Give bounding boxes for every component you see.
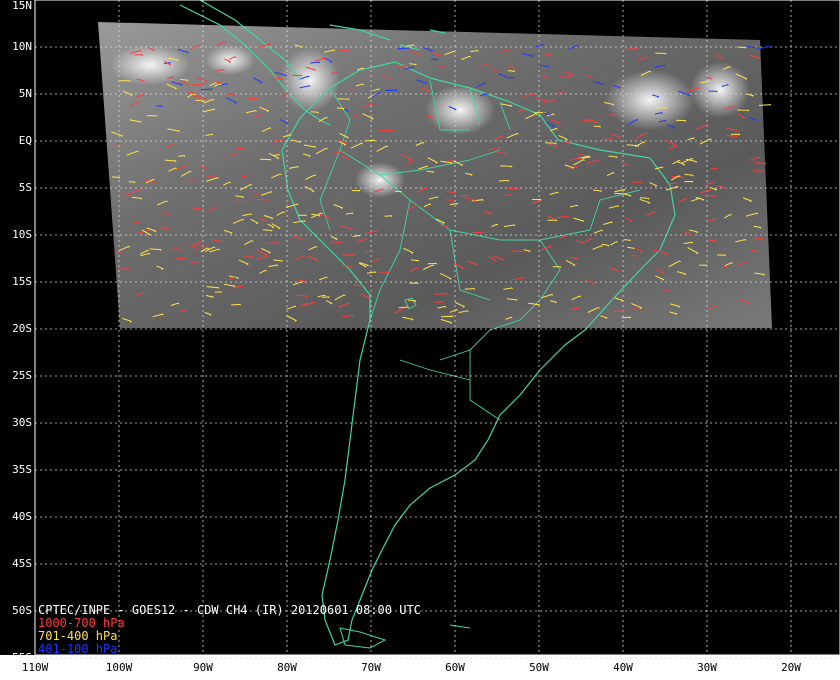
- lat-label: 15N: [12, 0, 32, 12]
- satellite-wind-map: 15N 10N 5N EQ 5S 10S 15S 20S 25S 30S 35S 40S 45S 50S 5…: [0, 0, 840, 680]
- legend-high-level: 401-100 hPa: [38, 642, 118, 656]
- lat-label: 50S: [12, 604, 32, 617]
- lat-label: 25S: [12, 369, 32, 382]
- lat-label: 35S: [12, 463, 32, 476]
- lat-label: 20S: [12, 322, 32, 335]
- lon-label: 50W: [529, 661, 549, 674]
- lon-label: 110W: [21, 661, 49, 674]
- lat-label: 10N: [12, 40, 32, 53]
- lon-label: 20W: [781, 661, 801, 674]
- lon-label: 70W: [361, 661, 381, 674]
- lat-label: 5S: [18, 181, 32, 194]
- lon-label: 40W: [613, 661, 633, 674]
- lon-label: 60W: [445, 661, 465, 674]
- lat-label: 45S: [12, 557, 32, 570]
- legend-low-level: 1000-700 hPa: [38, 616, 125, 630]
- lat-label: 15S: [12, 275, 32, 288]
- lat-label: 40S: [12, 510, 32, 523]
- legend-mid-level: 701-400 hPa: [38, 629, 118, 643]
- lat-label: 30S: [12, 416, 32, 429]
- lon-label: 100W: [105, 661, 133, 674]
- lat-label: EQ: [18, 134, 32, 147]
- lon-label: 80W: [277, 661, 297, 674]
- map-canvas: [0, 0, 840, 680]
- lat-label: 10S: [12, 228, 32, 241]
- lon-label: 30W: [697, 661, 717, 674]
- product-title: CPTEC/INPE - GOES12 - CDW CH4 (IR) 20120…: [38, 603, 421, 617]
- lon-label: 90W: [193, 661, 213, 674]
- lat-label: 5N: [18, 87, 32, 100]
